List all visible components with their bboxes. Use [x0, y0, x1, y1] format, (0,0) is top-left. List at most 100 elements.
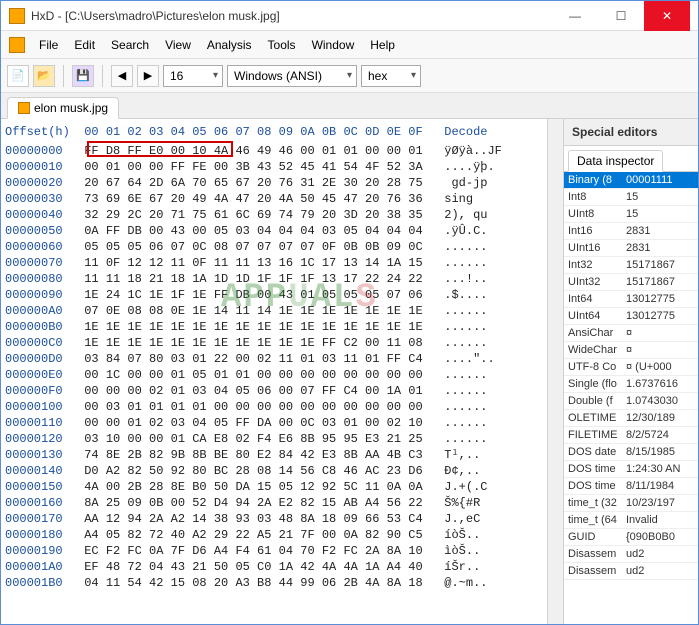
minimize-button[interactable]: — [552, 1, 598, 31]
hex-row[interactable]: 00000080 11 11 18 21 18 1A 1D 1D 1F 1F 1… [5, 271, 543, 287]
inspector-row[interactable]: Int3215171867 [564, 257, 698, 274]
menu-bar: File Edit Search View Analysis Tools Win… [1, 31, 698, 59]
inspector-key: Binary (8 [564, 172, 622, 188]
hex-row[interactable]: 000000D0 03 84 07 80 03 01 22 00 02 11 0… [5, 351, 543, 367]
inspector-row[interactable]: UInt815 [564, 206, 698, 223]
hex-row[interactable]: 000000C0 1E 1E 1E 1E 1E 1E 1E 1E 1E 1E 1… [5, 335, 543, 351]
hex-row[interactable]: 00000190 EC F2 FC 0A 7F D6 A4 F4 61 04 7… [5, 543, 543, 559]
hex-row[interactable]: 00000070 11 0F 12 12 11 0F 11 11 13 16 1… [5, 255, 543, 271]
inspector-row[interactable]: DOS time8/11/1984 [564, 478, 698, 495]
inspector-row[interactable]: time_t (64Invalid [564, 512, 698, 529]
maximize-button[interactable]: ☐ [598, 1, 644, 31]
encoding-select[interactable]: Windows (ANSI) [227, 65, 357, 87]
inspector-value: 1.6737616 [622, 376, 698, 392]
redo-button[interactable]: ▶ [137, 65, 159, 87]
menu-view[interactable]: View [157, 34, 199, 56]
inspector-row[interactable]: Int162831 [564, 223, 698, 240]
inspector-key: Int64 [564, 291, 622, 307]
hex-row[interactable]: 000000A0 07 0E 08 08 0E 1E 14 11 14 1E 1… [5, 303, 543, 319]
inspector-row[interactable]: FILETIME8/2/5724 [564, 427, 698, 444]
hex-row[interactable]: 00000110 00 00 01 02 03 04 05 FF DA 00 0… [5, 415, 543, 431]
close-button[interactable]: ✕ [644, 1, 690, 31]
menu-file[interactable]: File [31, 34, 66, 56]
hex-row[interactable]: 00000170 AA 12 94 2A A2 14 38 93 03 48 8… [5, 511, 543, 527]
hex-row[interactable]: 00000160 8A 25 09 0B 00 52 D4 94 2A E2 8… [5, 495, 543, 511]
inspector-value: 15171867 [622, 274, 698, 290]
menu-tools[interactable]: Tools [260, 34, 304, 56]
hex-row[interactable]: 00000120 03 10 00 00 01 CA E8 02 F4 E6 8… [5, 431, 543, 447]
new-button[interactable]: 📄 [7, 65, 29, 87]
hex-row[interactable]: 000000F0 00 00 00 02 01 03 04 05 06 00 0… [5, 383, 543, 399]
inspector-value: 2831 [622, 240, 698, 256]
inspector-row[interactable]: UInt6413012775 [564, 308, 698, 325]
hex-row[interactable]: 00000030 73 69 6E 67 20 49 4A 47 20 4A 5… [5, 191, 543, 207]
inspector-row[interactable]: Binary (800001111 [564, 172, 698, 189]
inspector-row[interactable]: UTF-8 Co¤ (U+000 [564, 359, 698, 376]
hex-row[interactable]: 000001B0 04 11 54 42 15 08 20 A3 B8 44 9… [5, 575, 543, 591]
bytes-per-row-select[interactable]: 16 [163, 65, 223, 87]
file-tab[interactable]: elon musk.jpg [7, 97, 119, 119]
inspector-row[interactable]: OLETIME12/30/189 [564, 410, 698, 427]
inspector-key: time_t (32 [564, 495, 622, 511]
inspector-value: 8/11/1984 [622, 478, 698, 494]
inspector-key: UTF-8 Co [564, 359, 622, 375]
inspector-key: DOS time [564, 478, 622, 494]
hex-row[interactable]: 00000130 74 8E 2B 82 9B 8B BE 80 E2 84 4… [5, 447, 543, 463]
hex-row[interactable]: 00000020 20 67 64 2D 6A 70 65 67 20 76 3… [5, 175, 543, 191]
hex-row[interactable]: 000001A0 EF 48 72 04 43 21 50 05 C0 1A 4… [5, 559, 543, 575]
hex-row[interactable]: 00000010 00 01 00 00 FF FE 00 3B 43 52 4… [5, 159, 543, 175]
hex-row[interactable]: 00000040 32 29 2C 20 71 75 61 6C 69 74 7… [5, 207, 543, 223]
hex-row[interactable]: 00000050 0A FF DB 00 43 00 05 03 04 04 0… [5, 223, 543, 239]
hex-row[interactable]: 00000060 05 05 05 06 07 0C 08 07 07 07 0… [5, 239, 543, 255]
data-inspector-grid: Binary (800001111Int815UInt815Int162831U… [564, 172, 698, 624]
inspector-row[interactable]: Disassemud2 [564, 563, 698, 580]
hex-row[interactable]: 000000B0 1E 1E 1E 1E 1E 1E 1E 1E 1E 1E 1… [5, 319, 543, 335]
inspector-row[interactable]: UInt3215171867 [564, 274, 698, 291]
hex-row[interactable]: 00000100 00 03 01 01 01 01 00 00 00 00 0… [5, 399, 543, 415]
inspector-row[interactable]: Single (flo1.6737616 [564, 376, 698, 393]
inspector-row[interactable]: WideChar¤ [564, 342, 698, 359]
inspector-row[interactable]: UInt162831 [564, 240, 698, 257]
separator [102, 65, 103, 87]
save-button[interactable]: 💾 [72, 65, 94, 87]
hex-header: Offset(h) 00 01 02 03 04 05 06 07 08 09 … [5, 125, 543, 143]
hex-row[interactable]: 000000E0 00 1C 00 00 01 05 01 01 00 00 0… [5, 367, 543, 383]
menu-edit[interactable]: Edit [66, 34, 103, 56]
separator [63, 65, 64, 87]
tab-data-inspector[interactable]: Data inspector [568, 150, 663, 172]
window-title: HxD - [C:\Users\madro\Pictures\elon musk… [31, 9, 552, 23]
hex-row[interactable]: 00000180 A4 05 82 72 40 A2 29 22 A5 21 7… [5, 527, 543, 543]
hex-row[interactable]: 00000150 4A 00 2B 28 8E B0 50 DA 15 05 1… [5, 479, 543, 495]
inspector-key: Double (f [564, 393, 622, 409]
inspector-row[interactable]: DOS time1:24:30 AN [564, 461, 698, 478]
inspector-row[interactable]: Double (f1.0743030 [564, 393, 698, 410]
inspector-key: Disassem [564, 563, 622, 579]
base-select[interactable]: hex [361, 65, 421, 87]
inspector-value: 13012775 [622, 291, 698, 307]
menu-window[interactable]: Window [304, 34, 363, 56]
inspector-key: Single (flo [564, 376, 622, 392]
scrollbar[interactable] [547, 119, 563, 624]
undo-button[interactable]: ◀ [111, 65, 133, 87]
inspector-row[interactable]: time_t (3210/23/197 [564, 495, 698, 512]
inspector-row[interactable]: Int815 [564, 189, 698, 206]
inspector-key: Int8 [564, 189, 622, 205]
open-button[interactable]: 📂 [33, 65, 55, 87]
menu-help[interactable]: Help [362, 34, 403, 56]
inspector-key: Int32 [564, 257, 622, 273]
menu-analysis[interactable]: Analysis [199, 34, 260, 56]
inspector-key: OLETIME [564, 410, 622, 426]
inspector-value: ¤ [622, 342, 698, 358]
inspector-key: FILETIME [564, 427, 622, 443]
inspector-row[interactable]: Int6413012775 [564, 291, 698, 308]
hex-view[interactable]: Offset(h) 00 01 02 03 04 05 06 07 08 09 … [1, 119, 547, 624]
inspector-row[interactable]: Disassemud2 [564, 546, 698, 563]
menu-search[interactable]: Search [103, 34, 157, 56]
hex-row[interactable]: 00000090 1E 24 1C 1E 1F 1E FF DB 00 43 0… [5, 287, 543, 303]
hex-row[interactable]: 00000140 D0 A2 82 50 92 80 BC 28 08 14 5… [5, 463, 543, 479]
inspector-row[interactable]: DOS date8/15/1985 [564, 444, 698, 461]
inspector-row[interactable]: AnsiChar¤ [564, 325, 698, 342]
inspector-row[interactable]: GUID{090B0B0 [564, 529, 698, 546]
hex-row[interactable]: 00000000 FF D8 FF E0 00 10 4A 46 49 46 0… [5, 143, 543, 159]
file-icon [18, 102, 30, 114]
